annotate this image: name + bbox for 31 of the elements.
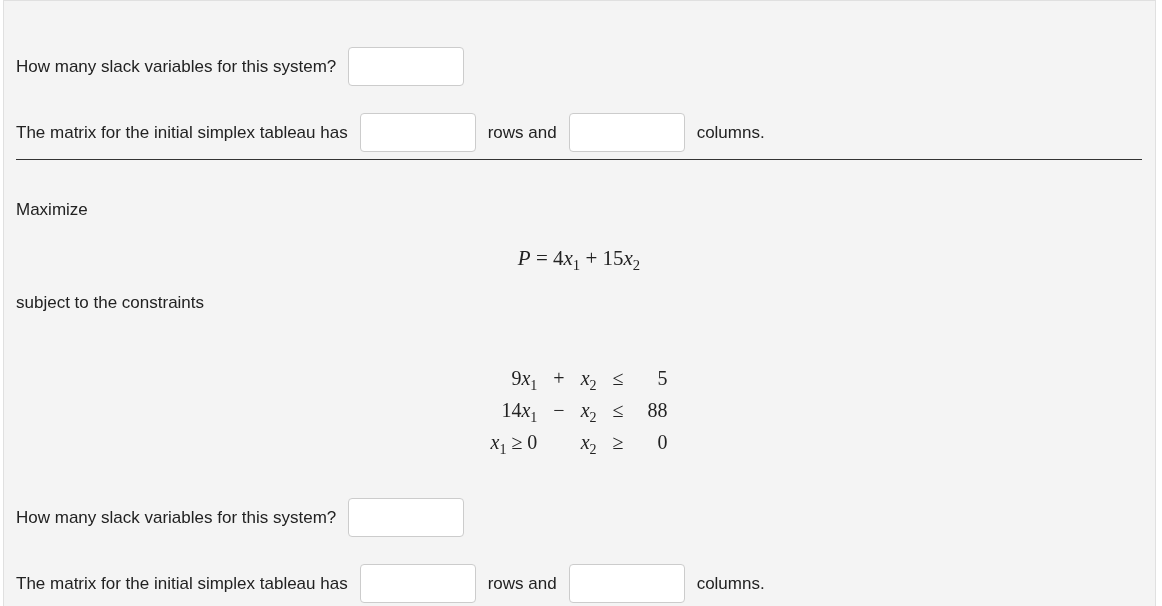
question-text: How many slack variables for this system? bbox=[16, 507, 337, 528]
question-text: The matrix for the initial simplex tableau has bbox=[16, 122, 348, 143]
answer-field[interactable] bbox=[348, 47, 465, 86]
relation-sign: ≥ bbox=[612, 431, 624, 453]
question-text: columns. bbox=[696, 573, 765, 594]
operator-sign: + bbox=[553, 367, 565, 389]
relation-sign: ≤ bbox=[612, 399, 624, 421]
constraint-term: x$_{1}$ ≥ 0 bbox=[490, 431, 538, 453]
objective-function: P = 4x$_{1}$ + 15x$_{2}$ bbox=[517, 246, 641, 270]
answer-field[interactable] bbox=[568, 564, 685, 603]
answer-field[interactable] bbox=[348, 498, 465, 537]
constraint-term: x$_{2}$ bbox=[580, 431, 597, 453]
constraint-value: 0 bbox=[657, 431, 668, 453]
question-text: The matrix for the initial simplex tableau has bbox=[16, 573, 348, 594]
constraint-term: x$_{2}$ bbox=[580, 367, 597, 389]
constraints-label: subject to the constraints bbox=[16, 293, 205, 312]
relation-sign: ≤ bbox=[612, 367, 624, 389]
constraint-value: 5 bbox=[657, 367, 668, 389]
answer-field[interactable] bbox=[568, 113, 685, 152]
constraint-term: 14x$_{1}$ bbox=[501, 399, 538, 421]
question-text: columns. bbox=[696, 122, 765, 143]
operator-sign: − bbox=[553, 399, 565, 421]
question-text: rows and bbox=[487, 122, 557, 143]
constraint-value: 88 bbox=[647, 399, 668, 421]
maximize-label: Maximize bbox=[16, 200, 88, 219]
constraint-term: x$_{2}$ bbox=[580, 399, 597, 421]
answer-field[interactable] bbox=[359, 113, 476, 152]
constraint-term: 9x$_{1}$ bbox=[511, 367, 538, 389]
question-text: rows and bbox=[487, 573, 557, 594]
answer-field[interactable] bbox=[359, 564, 476, 603]
question-text: How many slack variables for this system? bbox=[16, 56, 337, 77]
